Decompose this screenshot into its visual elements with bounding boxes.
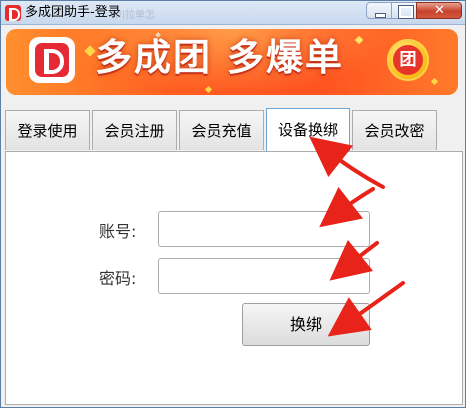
coin-text: 团 [393,45,423,75]
background-window-title: 川拉单怎 [115,10,155,21]
promo-banner: 多成团 多爆单 团 [6,29,458,95]
maximize-button[interactable] [391,2,417,19]
tab-bar: 登录使用 会员注册 会员充值 设备换绑 会员改密 [5,108,439,152]
tab-recharge[interactable]: 会员充值 [179,110,264,150]
maximize-icon [398,5,414,19]
banner-slogan: 多成团 多爆单 [95,36,344,79]
password-label: 密码: [99,269,137,288]
close-button[interactable]: ✕ [416,2,462,19]
tab-device-rebind[interactable]: 设备换绑 [266,108,350,151]
password-input[interactable] [158,258,370,294]
duo-logo-icon [29,37,75,83]
window-title: 多成团助手-登录 [25,5,121,20]
tab-register[interactable]: 会员注册 [92,110,177,150]
account-input[interactable] [158,211,370,247]
tab-login[interactable]: 登录使用 [5,110,90,150]
app-logo-icon [5,5,21,21]
tab-change-password[interactable]: 会员改密 [352,110,437,150]
coin-icon: 团 [387,39,429,81]
rebind-button[interactable]: 换绑 [242,303,370,346]
confetti-decoration [430,77,439,86]
minimize-icon [375,13,386,18]
account-label: 账号: [99,222,137,241]
minimize-button[interactable] [366,2,392,19]
title-bar[interactable]: 多成团助手-登录 川拉单怎 ✕ [1,1,465,25]
duo-logo-mark [35,43,69,77]
app-window: 多成团助手-登录 川拉单怎 ✕ 多成团 多爆单 团 登录使用 会员注册 会员充值… [0,0,466,408]
window-controls: ✕ [366,2,462,20]
close-icon: ✕ [434,3,445,18]
